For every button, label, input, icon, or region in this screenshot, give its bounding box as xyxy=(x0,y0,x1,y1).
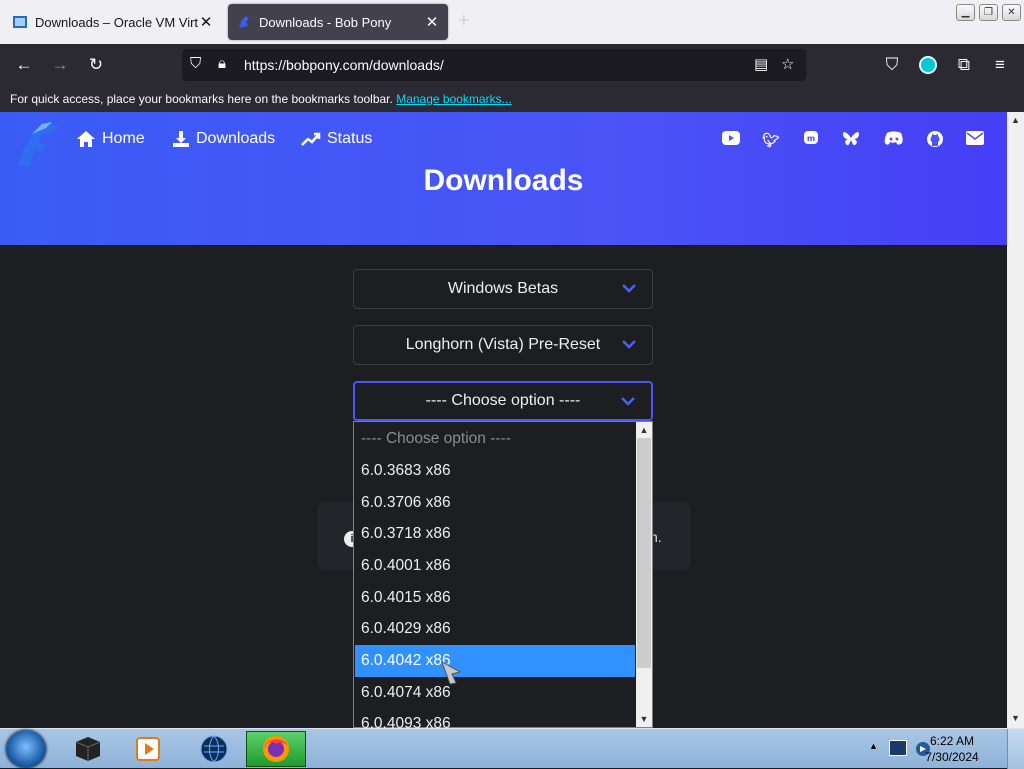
category-select[interactable]: Windows Betas xyxy=(353,269,653,309)
discord-icon[interactable] xyxy=(884,130,904,150)
nav-downloads-label: Downloads xyxy=(196,130,276,147)
dropdown-option[interactable]: 6.0.3683 x86 xyxy=(355,455,635,487)
github-icon[interactable] xyxy=(925,130,945,150)
taskbar-virtualbox-icon[interactable] xyxy=(58,731,118,767)
svg-text:m: m xyxy=(807,134,815,143)
scrollbar-thumb[interactable] xyxy=(637,438,651,668)
taskbar-firefox-icon[interactable] xyxy=(246,731,306,767)
clock-date: 7/30/2024 xyxy=(925,750,979,764)
scroll-down-icon[interactable]: ▼ xyxy=(1007,710,1024,726)
category-value: Windows Betas xyxy=(447,280,559,297)
build-value: ---- Choose option ---- xyxy=(425,392,581,409)
build-dropdown-list[interactable]: ---- Choose option ---- 6.0.3683 x86 6.0… xyxy=(353,421,653,732)
nav-downloads[interactable]: Downloads xyxy=(172,130,275,148)
bookmarks-toolbar: For quick access, place your bookmarks h… xyxy=(0,86,1024,112)
tab-virtualbox[interactable]: Downloads – Oracle VM VirtualBox ✕ xyxy=(4,4,222,40)
new-tab-icon[interactable]: + xyxy=(458,10,470,33)
nav-status[interactable]: Status xyxy=(301,130,372,148)
subcategory-select[interactable]: Longhorn (Vista) Pre-Reset xyxy=(353,325,653,365)
scroll-up-icon[interactable]: ▲ xyxy=(636,422,652,438)
dropdown-scrollbar[interactable]: ▲ ▼ xyxy=(636,422,652,727)
pocket-icon[interactable]: ⛉ xyxy=(880,53,904,77)
nav-home[interactable]: Home xyxy=(76,130,145,148)
minimize-window-button[interactable]: ▁ xyxy=(956,4,975,21)
tab-bobpony[interactable]: Downloads - Bob Pony ✕ xyxy=(228,4,448,40)
taskbar-network-globe-icon[interactable] xyxy=(184,731,244,767)
reload-icon[interactable]: ↻ xyxy=(84,53,108,77)
scroll-up-icon[interactable]: ▲ xyxy=(1007,112,1024,128)
account-icon[interactable] xyxy=(919,56,937,74)
build-select[interactable]: ---- Choose option ---- xyxy=(353,381,653,421)
mastodon-icon[interactable]: m xyxy=(801,130,821,150)
dropdown-option-highlighted[interactable]: 6.0.4042 x86 xyxy=(355,645,635,677)
bookmarks-hint: For quick access, place your bookmarks h… xyxy=(10,92,393,106)
nav-home-label: Home xyxy=(102,130,145,147)
show-desktop-button[interactable] xyxy=(1007,729,1024,769)
dropdown-option[interactable]: 6.0.4074 x86 xyxy=(355,677,635,709)
bobpony-favicon-icon xyxy=(239,16,249,28)
dropdown-option[interactable]: 6.0.3718 x86 xyxy=(355,518,635,550)
chart-line-icon xyxy=(301,132,321,146)
reader-view-icon[interactable]: ▤ xyxy=(754,55,768,73)
tray-expand-icon[interactable]: ▲ xyxy=(869,741,878,751)
mail-icon[interactable] xyxy=(965,130,985,150)
shield-icon[interactable]: ⛉ xyxy=(190,55,201,72)
chevron-down-icon xyxy=(621,397,635,406)
forward-icon[interactable]: → xyxy=(48,53,72,77)
nav-status-label: Status xyxy=(327,130,373,147)
bookmark-star-icon[interactable]: ☆ xyxy=(781,55,794,73)
extensions-icon[interactable]: ⧉ xyxy=(952,53,976,77)
start-button[interactable] xyxy=(6,730,46,768)
tray-network-icon[interactable] xyxy=(889,740,907,756)
close-tab-icon[interactable]: ✕ xyxy=(424,13,440,31)
bobpony-logo-icon[interactable] xyxy=(12,118,64,168)
back-icon[interactable]: ← xyxy=(12,53,36,77)
menu-icon[interactable]: ≡ xyxy=(988,53,1012,77)
taskbar: ▲ 6:22 AM 7/30/2024 xyxy=(0,728,1024,769)
site-header: Home Downloads Status 🐦︎ m Downloads xyxy=(0,112,1007,245)
page-scrollbar[interactable]: ▲ ▼ xyxy=(1007,112,1024,728)
url-text[interactable]: https://bobpony.com/downloads/ xyxy=(244,57,444,73)
download-icon xyxy=(173,131,189,147)
tab-strip: Downloads – Oracle VM VirtualBox ✕ Downl… xyxy=(0,0,1024,44)
tab-title: Downloads - Bob Pony xyxy=(259,14,392,30)
dropdown-option[interactable]: 6.0.3706 x86 xyxy=(355,487,635,519)
close-window-button[interactable]: ✕ xyxy=(1002,4,1021,21)
scroll-down-icon[interactable]: ▼ xyxy=(636,711,652,727)
mouse-cursor-icon xyxy=(441,660,462,685)
lock-icon[interactable]: 🔒︎ xyxy=(218,55,226,72)
youtube-icon[interactable] xyxy=(721,130,741,150)
dropdown-option[interactable]: ---- Choose option ---- xyxy=(355,423,635,455)
home-icon xyxy=(77,131,95,147)
bluesky-icon[interactable] xyxy=(841,130,861,150)
subcategory-value: Longhorn (Vista) Pre-Reset xyxy=(405,336,601,353)
chevron-down-icon xyxy=(622,340,636,349)
url-bar[interactable]: ⛉ 🔒︎ https://bobpony.com/downloads/ ▤ ☆ xyxy=(182,49,806,81)
chevron-down-icon xyxy=(622,284,636,293)
dropdown-option[interactable]: 6.0.4015 x86 xyxy=(355,582,635,614)
close-tab-icon[interactable]: ✕ xyxy=(198,13,214,31)
restore-window-button[interactable]: ❐ xyxy=(979,4,998,21)
tab-title: Downloads – Oracle VM VirtualBox xyxy=(35,14,198,30)
dropdown-option[interactable]: 6.0.4029 x86 xyxy=(355,613,635,645)
manage-bookmarks-link[interactable]: Manage bookmarks... xyxy=(396,92,511,106)
taskbar-media-player-icon[interactable] xyxy=(118,731,178,767)
dropdown-option[interactable]: 6.0.4001 x86 xyxy=(355,550,635,582)
clock-time: 6:22 AM xyxy=(929,734,975,748)
nav-bar: ← → ↻ ⛉ 🔒︎ https://bobpony.com/downloads… xyxy=(0,44,1024,86)
virtualbox-icon xyxy=(13,16,27,28)
page-title: Downloads xyxy=(423,164,584,197)
twitter-icon[interactable]: 🐦︎ xyxy=(761,130,781,150)
clock[interactable]: 6:22 AM 7/30/2024 xyxy=(922,733,982,765)
